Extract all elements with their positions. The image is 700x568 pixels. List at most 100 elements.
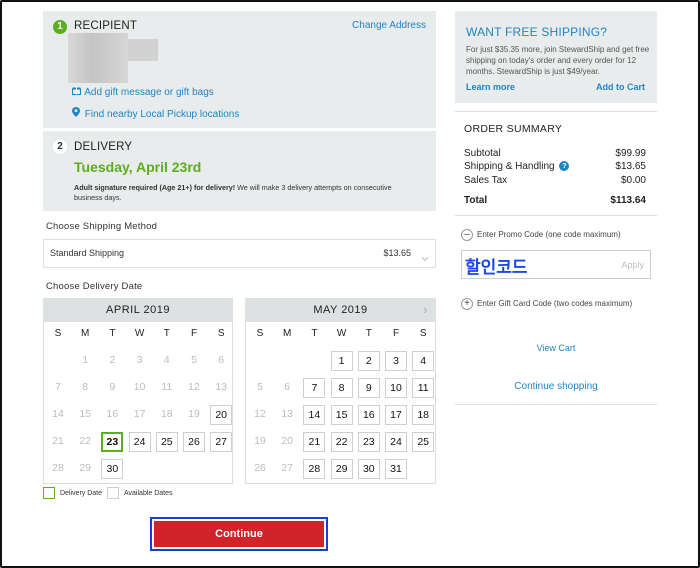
shipping-method-select[interactable]: Standard Shipping $13.65 xyxy=(43,239,436,268)
recipient-address-blurred xyxy=(68,33,128,83)
weekday-label: F xyxy=(392,328,400,339)
calendar-day[interactable]: 31 xyxy=(385,459,407,479)
shipping-method-label: Choose Shipping Method xyxy=(46,221,158,232)
calendar-day: 12 xyxy=(188,381,200,393)
legend-delivery-swatch xyxy=(43,487,55,499)
calendar-day[interactable]: 29 xyxy=(330,459,353,479)
calendar-day: 11 xyxy=(161,381,173,393)
calendar-day: 15 xyxy=(79,408,92,420)
change-address-link[interactable]: Change Address xyxy=(352,20,426,31)
calendar-day[interactable]: 11 xyxy=(412,378,435,398)
calendar-day[interactable]: 16 xyxy=(357,405,380,425)
calendar-day[interactable]: 25 xyxy=(155,432,178,452)
promo-code-input[interactable]: 할인코드 xyxy=(465,253,528,278)
calendar-day: 5 xyxy=(257,381,263,393)
free-shipping-text: For just $35.35 more, join StewardShip a… xyxy=(466,45,650,76)
promo-code-toggle-label: Enter Promo Code (one code maximum) xyxy=(477,230,621,240)
april-calendar: S M T W T F S 1 2 3 4 5 6 7 8 9 10 11 12 13 14 15 16 17 18 19 20 21… xyxy=(43,322,233,484)
location-pin-icon xyxy=(72,107,82,120)
calendar-day[interactable]: 23 xyxy=(357,432,380,452)
calendar-day[interactable]: 4 xyxy=(412,351,435,371)
tax-row: Sales Tax $0.00 xyxy=(464,175,646,186)
shipping-value: $13.65 xyxy=(615,161,646,172)
free-shipping-panel: WANT FREE SHIPPING? For just $35.35 more… xyxy=(455,11,657,103)
calendar-day[interactable]: 24 xyxy=(128,432,151,452)
view-cart-link[interactable]: View Cart xyxy=(455,343,657,353)
promo-code-toggle[interactable]: – Enter Promo Code (one code maximum) xyxy=(461,229,621,241)
calendar-day: 26 xyxy=(254,462,266,474)
add-to-cart-link[interactable]: Add to Cart xyxy=(596,82,645,92)
calendar-day[interactable]: 18 xyxy=(412,405,435,425)
weekday-label: T xyxy=(365,328,372,339)
learn-more-link[interactable]: Learn more xyxy=(466,82,515,92)
calendar-day-selected[interactable]: 23 xyxy=(101,432,124,452)
calendar-day[interactable]: 10 xyxy=(385,378,407,398)
calendar-day: 16 xyxy=(106,408,119,420)
calendar-day: 13 xyxy=(281,408,294,420)
step-2-badge: 2 xyxy=(53,140,67,154)
gift-card-toggle[interactable]: + Enter Gift Card Code (two codes maximum… xyxy=(461,298,632,310)
calendar-day[interactable]: 30 xyxy=(357,459,380,479)
promo-code-field[interactable]: 할인코드 Apply xyxy=(461,250,651,279)
calendar-day: 19 xyxy=(254,435,266,447)
calendar-day: 20 xyxy=(281,435,294,447)
adult-signature-note: Adult signature required (Age 21+) for d… xyxy=(74,183,236,192)
calendar-day: 9 xyxy=(109,381,116,393)
calendar-day[interactable]: 21 xyxy=(303,432,326,452)
continue-button[interactable]: Continue xyxy=(150,517,328,551)
help-icon[interactable]: ? xyxy=(559,161,570,172)
recipient-panel: 1 RECIPIENT Change Address Add gift mess… xyxy=(43,11,436,128)
calendar-day: 17 xyxy=(133,408,146,420)
calendar-day[interactable]: 15 xyxy=(330,405,353,425)
total-row: Total $113.64 xyxy=(464,195,646,206)
calendar-day: 8 xyxy=(82,381,89,393)
calendar-day: 4 xyxy=(163,354,170,366)
calendar-day[interactable]: 28 xyxy=(303,459,326,479)
calendar-day[interactable]: 1 xyxy=(330,351,353,371)
local-pickup-label: Find nearby Local Pickup locations xyxy=(84,109,240,120)
calendar-day[interactable]: 3 xyxy=(385,351,407,371)
calendar-day[interactable]: 17 xyxy=(385,405,407,425)
local-pickup-link[interactable]: Find nearby Local Pickup locations xyxy=(72,107,239,120)
delivery-panel: 2 DELIVERY Tuesday, April 23rd Adult sig… xyxy=(43,131,436,211)
calendar-day: 14 xyxy=(52,408,64,420)
calendar-day[interactable]: 8 xyxy=(330,378,353,398)
shipping-row: Shipping & Handling ? $13.65 xyxy=(464,161,646,172)
subtotal-label: Subtotal xyxy=(464,148,501,159)
subtotal-row: Subtotal $99.99 xyxy=(464,148,646,159)
minus-circle-icon: – xyxy=(461,229,473,241)
apply-button[interactable]: Apply xyxy=(621,260,644,270)
delivery-date-heading: Tuesday, April 23rd xyxy=(74,159,202,175)
calendar-day: 29 xyxy=(79,462,92,474)
legend-available-swatch xyxy=(107,487,119,499)
calendar-day[interactable]: 14 xyxy=(303,405,326,425)
calendar-day[interactable]: 24 xyxy=(385,432,407,452)
calendar-day[interactable]: 30 xyxy=(101,459,124,479)
shipping-method-value: Standard Shipping xyxy=(50,248,125,258)
calendar-day[interactable]: 7 xyxy=(303,378,326,398)
calendar-day[interactable]: 26 xyxy=(183,432,205,452)
gift-message-label: Add gift message or gift bags xyxy=(84,87,214,98)
calendar-day: 12 xyxy=(254,408,266,420)
calendar-day[interactable]: 22 xyxy=(330,432,353,452)
calendar-day[interactable]: 9 xyxy=(357,378,380,398)
gift-card-toggle-label: Enter Gift Card Code (two codes maximum) xyxy=(477,299,633,309)
continue-shopping-link[interactable]: Continue shopping xyxy=(455,381,657,392)
calendar-day: 19 xyxy=(188,408,200,420)
gift-message-link[interactable]: Add gift message or gift bags xyxy=(72,86,214,98)
calendar-day[interactable]: 27 xyxy=(210,432,233,452)
calendar-day: 22 xyxy=(79,435,92,447)
calendar-day[interactable]: 20 xyxy=(210,405,233,425)
may-calendar-header: MAY 2019 › xyxy=(245,298,436,322)
calendar-day[interactable]: 2 xyxy=(357,351,380,371)
tax-value: $0.00 xyxy=(620,175,646,186)
weekday-label: S xyxy=(419,328,427,339)
calendar-day: 6 xyxy=(218,354,225,366)
weekday-label: S xyxy=(256,328,264,339)
weekday-label: T xyxy=(163,328,170,339)
total-label: Total xyxy=(464,195,488,206)
calendar-day[interactable]: 25 xyxy=(412,432,435,452)
calendar-day: 27 xyxy=(281,462,294,474)
next-month-chevron-icon[interactable]: › xyxy=(423,298,428,322)
free-shipping-title: WANT FREE SHIPPING? xyxy=(466,25,608,39)
